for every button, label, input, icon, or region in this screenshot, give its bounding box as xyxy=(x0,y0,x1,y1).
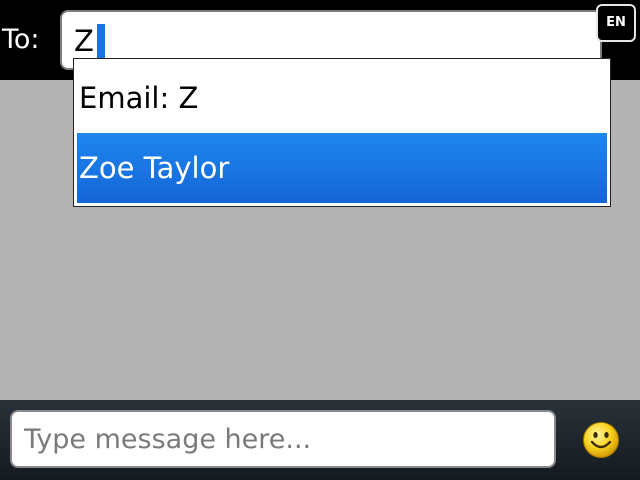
message-input[interactable] xyxy=(10,410,556,468)
recipient-suggestion-list: Email: Z Zoe Taylor xyxy=(73,58,611,207)
recipient-input-text: Z xyxy=(74,24,94,58)
suggestion-email[interactable]: Email: Z xyxy=(77,63,607,133)
input-language-indicator[interactable]: EN xyxy=(596,4,636,42)
compose-bar xyxy=(0,400,640,480)
suggestion-contact-selected[interactable]: Zoe Taylor xyxy=(77,133,607,203)
text-cursor xyxy=(97,24,105,60)
to-label: To: xyxy=(2,24,40,55)
smiley-icon[interactable] xyxy=(581,420,621,460)
